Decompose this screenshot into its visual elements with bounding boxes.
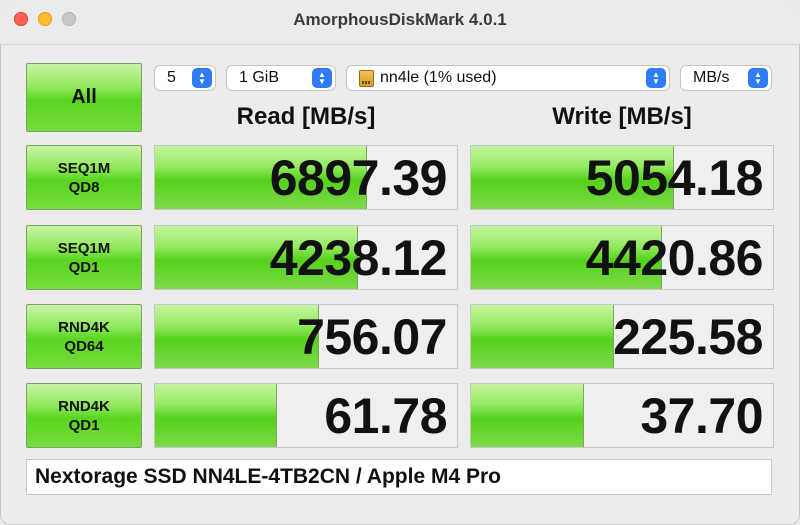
rnd4k-qd64-button[interactable]: RND4K QD64	[26, 304, 142, 369]
seq1m-qd8-button[interactable]: SEQ1M QD8	[26, 145, 142, 210]
title-bar: AmorphousDiskMark 4.0.1	[0, 0, 800, 45]
drive-value: nn4le (1% used)	[380, 69, 497, 86]
write-column-header: Write [MB/s]	[552, 103, 692, 130]
read-value: 6897.39	[269, 149, 448, 206]
read-column-header: Read [MB/s]	[236, 103, 376, 130]
write-value: 5054.18	[585, 149, 764, 206]
read-progress-bar	[155, 384, 277, 447]
run-all-label: All	[71, 86, 97, 108]
test-name-line2: QD1	[68, 258, 100, 276]
unit-value: MB/s	[693, 69, 730, 86]
device-info-field[interactable]: Nextorage SSD NN4LE-4TB2CN / Apple M4 Pr…	[26, 459, 772, 495]
test-name-line1: RND4K	[58, 318, 110, 336]
read-progress-bar	[155, 305, 320, 368]
read-result-cell: 61.78	[154, 383, 458, 448]
test-count-value: 5	[167, 69, 176, 86]
write-result-cell: 225.58	[470, 304, 774, 369]
read-value: 61.78	[324, 387, 447, 444]
read-value: 756.07	[297, 308, 447, 365]
drive-icon	[359, 69, 374, 87]
write-progress-bar	[471, 384, 584, 447]
test-size-select[interactable]: 1 GiB ▲ ▼	[226, 65, 336, 91]
drive-select[interactable]: nn4le (1% used) ▲ ▼	[346, 65, 670, 91]
window-title: AmorphousDiskMark 4.0.1	[293, 10, 507, 29]
read-value: 4238.12	[269, 229, 448, 286]
write-result-cell: 4420.86	[470, 225, 774, 290]
test-name-line2: QD64	[64, 337, 104, 355]
seq1m-qd1-button[interactable]: SEQ1M QD1	[26, 225, 142, 290]
write-result-cell: 5054.18	[470, 145, 774, 210]
read-result-cell: 6897.39	[154, 145, 458, 210]
test-name-line2: QD1	[68, 416, 100, 434]
run-all-button[interactable]: All	[26, 63, 142, 132]
read-result-cell: 4238.12	[154, 225, 458, 290]
write-progress-bar	[471, 305, 614, 368]
test-name-line2: QD8	[68, 178, 100, 196]
stepper-icon: ▲ ▼	[748, 68, 768, 88]
app-window: AmorphousDiskMark 4.0.1 All 5 ▲ ▼ 1 GiB ▲…	[0, 0, 800, 525]
test-name-line1: SEQ1M	[57, 239, 111, 257]
test-size-value: 1 GiB	[239, 69, 280, 86]
test-name-line1: RND4K	[58, 397, 110, 415]
stepper-icon: ▲ ▼	[192, 68, 212, 88]
write-value: 37.70	[640, 387, 763, 444]
test-count-select[interactable]: 5 ▲ ▼	[154, 65, 216, 91]
write-value: 4420.86	[585, 229, 764, 286]
write-value: 225.58	[613, 308, 763, 365]
stepper-icon: ▲ ▼	[646, 68, 666, 88]
read-result-cell: 756.07	[154, 304, 458, 369]
write-result-cell: 37.70	[470, 383, 774, 448]
device-info-text: Nextorage SSD NN4LE-4TB2CN / Apple M4 Pr…	[35, 465, 501, 488]
test-name-line1: SEQ1M	[57, 159, 111, 177]
unit-select[interactable]: MB/s ▲ ▼	[680, 65, 772, 91]
rnd4k-qd1-button[interactable]: RND4K QD1	[26, 383, 142, 448]
stepper-icon: ▲ ▼	[312, 68, 332, 88]
